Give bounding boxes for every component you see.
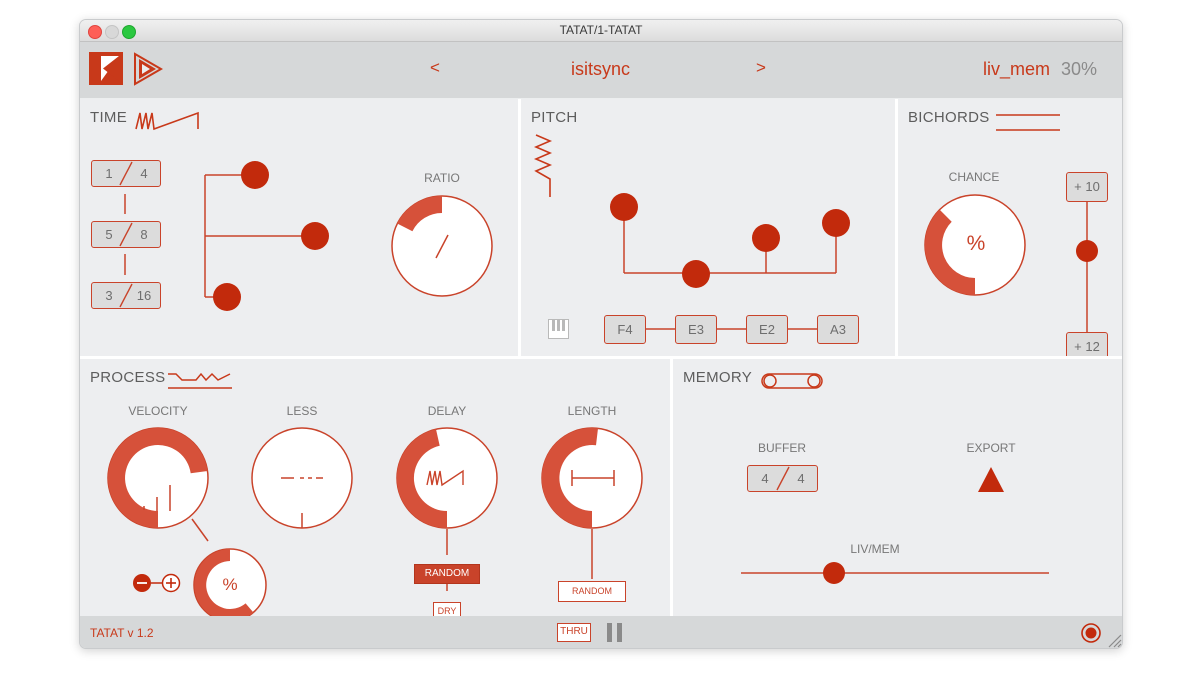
export-label: EXPORT	[966, 441, 1016, 455]
record-icon[interactable]	[1081, 623, 1103, 645]
preset-prev-button[interactable]: <	[430, 58, 440, 78]
pitch-node-3[interactable]	[752, 224, 782, 254]
mem-percent: 30%	[1061, 59, 1098, 79]
memory-panel: MEMORY BUFFER 4 4 EXPORT LIV/MEM	[673, 359, 1122, 616]
piano-icon[interactable]	[548, 319, 570, 341]
time-node-2[interactable]	[300, 221, 330, 251]
preset-name[interactable]: isitsync	[571, 59, 630, 80]
buffer-slash	[776, 466, 790, 491]
logo-icon	[89, 52, 123, 85]
thru-button[interactable]: THRU	[557, 623, 591, 642]
livmem-label: LIV/MEM	[850, 542, 900, 556]
less-knob[interactable]	[251, 427, 353, 529]
bichords-slider-handle[interactable]	[1076, 240, 1100, 264]
version-label: TATAT v 1.2	[90, 626, 154, 640]
livmem-slider[interactable]	[741, 561, 1051, 585]
ratio-label: RATIO	[424, 171, 460, 185]
bichords-top-value[interactable]: + 10	[1066, 172, 1108, 202]
length-knob[interactable]	[541, 427, 643, 529]
window-title: TATAT/1-TATAT	[559, 23, 643, 37]
bichords-slider-track	[1086, 202, 1088, 332]
time-panel: TIME 1 4 5 8 3 16 RATIO	[80, 99, 518, 356]
minus-plus-link	[151, 582, 162, 584]
pitch-panel: PITCH F4 E3 E2 A3	[521, 99, 895, 356]
time-node-3[interactable]	[212, 282, 242, 312]
footer-bar: TATAT v 1.2 THRU	[80, 616, 1122, 648]
ratio-knob[interactable]	[391, 195, 493, 297]
delay-knob[interactable]	[396, 427, 498, 529]
title-bar: TATAT/1-TATAT	[80, 20, 1122, 42]
plugin-window: TATAT/1-TATAT < isitsync > liv_mem 30% T…	[79, 19, 1123, 649]
resize-grip-icon[interactable]	[1106, 632, 1122, 648]
note-button-e2[interactable]: E2	[746, 315, 788, 344]
bichords-panel: BICHORDS CHANCE % + 10 + 12	[898, 99, 1122, 362]
note-button-f4[interactable]: F4	[604, 315, 646, 344]
note-button-e3[interactable]: E3	[675, 315, 717, 344]
time-node-1[interactable]	[240, 160, 270, 190]
pitch-node-4[interactable]	[822, 209, 852, 239]
pitch-node-2[interactable]	[682, 259, 790, 289]
length-random-button[interactable]: RANDOM	[558, 581, 626, 602]
ratio-slashes	[119, 161, 133, 308]
header-bar: < isitsync > liv_mem 30%	[80, 42, 1122, 98]
play-icon[interactable]	[133, 52, 164, 86]
note-button-a3[interactable]: A3	[817, 315, 859, 344]
preset-next-button[interactable]: >	[756, 58, 766, 78]
velocity-percent-symbol: %	[222, 575, 238, 594]
export-icon[interactable]	[978, 466, 1006, 494]
delay-random-button[interactable]: RANDOM	[414, 564, 480, 584]
pause-icon[interactable]	[607, 623, 625, 643]
process-panel: PROCESS VELOCITY LESS DELAY LENGTH % RAN…	[80, 359, 670, 622]
mem-label: liv_mem	[983, 59, 1051, 79]
pitch-node-1[interactable]	[610, 193, 640, 223]
